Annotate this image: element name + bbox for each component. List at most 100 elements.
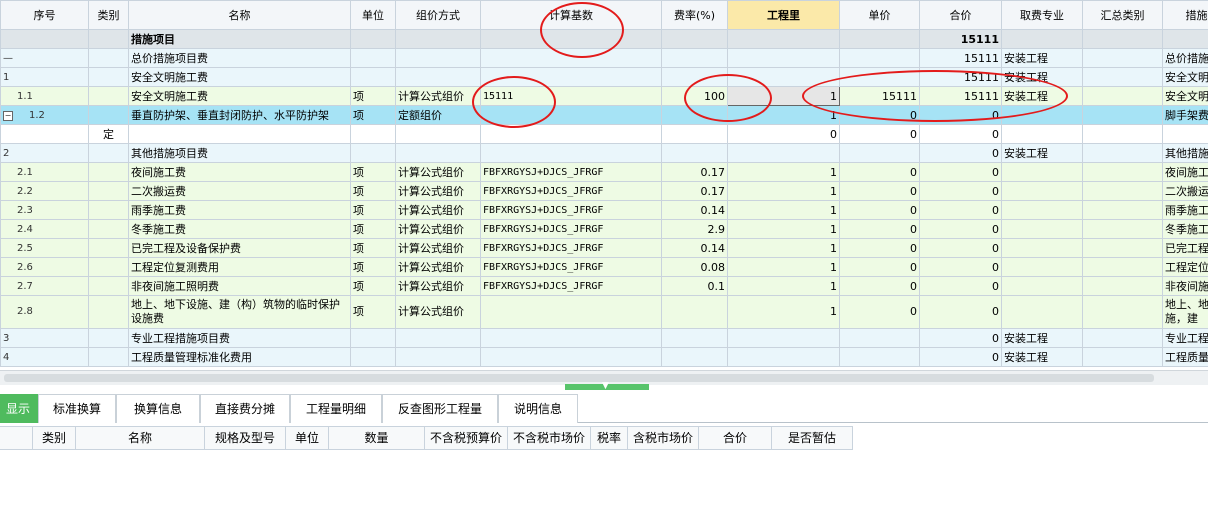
cell-unit[interactable]: 项 [350,162,396,182]
cell-method[interactable]: 计算公式组价 [395,86,481,106]
cell-price[interactable]: 0 [839,181,920,201]
cell-cat[interactable] [88,181,129,201]
cell-sum[interactable] [1082,257,1163,277]
cell-ext[interactable]: 地上、地施，建 [1162,295,1208,329]
cell-price[interactable]: 0 [839,257,920,277]
cell-method[interactable]: 计算公式组价 [395,200,481,220]
cell-sum[interactable] [1082,143,1163,163]
cell-cat[interactable] [88,257,129,277]
tab-reverse-lookup[interactable]: 反查图形工程量 [382,394,498,423]
cell-unit[interactable] [350,347,396,367]
cell-base[interactable]: FBFXRGYSJ+DJCS_JFRGF [480,257,662,277]
cell-unit[interactable]: 项 [350,295,396,329]
cell-base[interactable]: FBFXRGYSJ+DJCS_JFRGF [480,276,662,296]
cell-base[interactable] [480,295,662,329]
row-seq-cell[interactable]: 2.1 [0,162,89,182]
cell-qty[interactable] [727,48,840,68]
cell-qty[interactable]: 1 [727,219,840,239]
cell-base[interactable] [480,143,662,163]
cell-base[interactable] [480,67,662,87]
cell-total[interactable]: 0 [919,200,1002,220]
col-header-rate[interactable]: 费率(%) [661,0,728,30]
row-seq-cell[interactable]: 2.2 [0,181,89,201]
cell-sum[interactable] [1082,295,1163,329]
cell-rate[interactable]: 100 [661,86,728,106]
cell-price[interactable]: 0 [839,105,920,125]
cell-spec[interactable]: 安装工程 [1001,143,1083,163]
cell-name[interactable]: 工程定位复测费用 [128,257,351,277]
cell-price[interactable]: 15111 [839,86,920,106]
cell-cat[interactable] [88,48,129,68]
cell-spec[interactable] [1001,105,1083,125]
cell-base[interactable] [480,29,662,49]
cell-qty[interactable]: 1 [727,105,840,125]
cell-unit[interactable]: 项 [350,86,396,106]
cell-price[interactable] [839,143,920,163]
cell-method[interactable]: 计算公式组价 [395,276,481,296]
table-row[interactable]: 2.2 二次搬运费项计算公式组价 FBFXRGYSJ+DJCS_JFRGF 0.17 1… [0,181,1208,201]
cell-name[interactable]: 专业工程措施项目费 [128,328,351,348]
cell-spec[interactable]: 安装工程 [1001,347,1083,367]
cell-cat[interactable] [88,86,129,106]
cell-ext[interactable]: 安全文明 [1162,67,1208,87]
cell-sum[interactable] [1082,347,1163,367]
cell-rate[interactable] [661,124,728,144]
cell-spec[interactable]: 安装工程 [1001,48,1083,68]
cell-rate[interactable]: 0.08 [661,257,728,277]
row-seq-cell[interactable]: 2.6 [0,257,89,277]
col-header-unit[interactable]: 单位 [350,0,396,30]
tab-description[interactable]: 说明信息 [498,394,578,423]
cell-qty[interactable] [727,143,840,163]
cell-price[interactable] [839,29,920,49]
cell-method[interactable]: 定额组价 [395,105,481,125]
cell-total[interactable]: 0 [919,124,1002,144]
cell-ext[interactable]: 已完工程 [1162,238,1208,258]
table-row[interactable]: — 总价措施项目费 15111 安装工程 总价措施 [0,48,1208,68]
cell-name[interactable]: 夜间施工费 [128,162,351,182]
cell-qty[interactable] [727,328,840,348]
cell-price[interactable] [839,328,920,348]
cell-spec[interactable] [1001,295,1083,329]
cell-unit[interactable]: 项 [350,105,396,125]
cell-name[interactable]: 措施项目 [128,29,351,49]
cell-spec[interactable] [1001,257,1083,277]
cell-name[interactable]: 已完工程及设备保护费 [128,238,351,258]
cell-price[interactable] [839,67,920,87]
cell-total[interactable]: 0 [919,105,1002,125]
cell-qty[interactable]: 1 [727,238,840,258]
res-col-unit[interactable]: 单位 [286,426,329,450]
row-seq-cell[interactable]: 2.7 [0,276,89,296]
col-header-category[interactable]: 类别 [88,0,129,30]
cell-unit[interactable]: 项 [350,238,396,258]
cell-ext[interactable]: 脚手架费 [1162,105,1208,125]
cell-spec[interactable] [1001,200,1083,220]
cell-ext[interactable] [1162,124,1208,144]
table-row[interactable]: 2.7 非夜间施工照明费项计算公式组价 FBFXRGYSJ+DJCS_JFRGF 0.… [0,276,1208,296]
row-seq-cell[interactable]: 1.1 [0,86,89,106]
cell-cat[interactable] [88,200,129,220]
cell-qty[interactable]: 1 [727,295,840,329]
cell-cat[interactable] [88,219,129,239]
table-row[interactable]: −1.2 垂直防护架、垂直封闭防护、水平防护架项定额组价 1 0 0 脚手架费 [0,105,1208,125]
cell-spec[interactable] [1001,29,1083,49]
cell-ext[interactable]: 工程质量 [1162,347,1208,367]
cell-method[interactable] [395,48,481,68]
cell-qty[interactable] [727,347,840,367]
row-seq-cell[interactable]: 4 [0,347,89,367]
res-col-provisional[interactable]: 是否暂估 [772,426,853,450]
cell-base[interactable]: FBFXRGYSJ+DJCS_JFRGF [480,219,662,239]
cell-rate[interactable]: 0.17 [661,162,728,182]
scrollbar-thumb[interactable] [4,374,1154,382]
row-seq-cell[interactable]: 2 [0,143,89,163]
cell-cat[interactable] [88,105,129,125]
cell-ext[interactable]: 夜间施工 [1162,162,1208,182]
cell-cat[interactable] [88,328,129,348]
cell-rate[interactable] [661,67,728,87]
cell-spec[interactable] [1001,124,1083,144]
cell-rate[interactable] [661,295,728,329]
cell-method[interactable] [395,328,481,348]
cell-base[interactable]: FBFXRGYSJ+DJCS_JFRGF [480,181,662,201]
cell-price[interactable]: 0 [839,219,920,239]
cell-total[interactable]: 15111 [919,86,1002,106]
col-header-quantity[interactable]: 工程里 [727,0,840,30]
